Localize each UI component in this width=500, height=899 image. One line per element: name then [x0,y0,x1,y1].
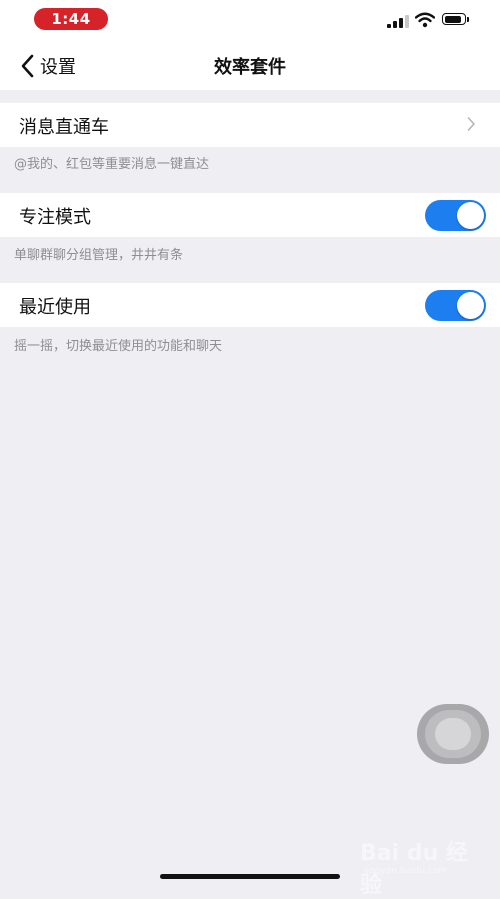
status-time[interactable]: 1:44 [34,8,108,30]
wifi-icon [415,12,435,28]
toggle-knob [457,292,484,319]
watermark-logo: Bai du 经验 jingyan.baidu.com [360,835,480,898]
watermark-url: jingyan.baidu.com [364,866,448,876]
setting-description: 摇一摇，切换最近使用的功能和聊天 [14,339,223,354]
focus-mode-toggle[interactable] [425,200,486,231]
setting-row-recent-use: 最近使用 [0,283,500,327]
page-title: 效率套件 [214,57,286,78]
toggle-knob [457,202,484,229]
assistive-touch-button[interactable] [417,704,489,764]
setting-label: 专注模式 [19,207,91,228]
setting-description: 单聊群聊分组管理，井井有条 [14,248,184,263]
setting-description: @我的、红包等重要消息一键直达 [14,157,210,172]
home-indicator[interactable] [160,874,340,879]
battery-icon [442,13,470,27]
setting-row-message-express[interactable]: 消息直通车 [0,103,500,147]
setting-row-focus-mode: 专注模式 [0,193,500,237]
cellular-signal-icon [387,14,409,28]
nav-bar: 设置 效率套件 [0,40,500,90]
recent-use-toggle[interactable] [425,290,486,321]
setting-label: 消息直通车 [19,117,109,138]
status-bar: 1:44 [0,0,500,40]
chevron-right-icon [467,117,475,131]
setting-label: 最近使用 [19,297,91,318]
